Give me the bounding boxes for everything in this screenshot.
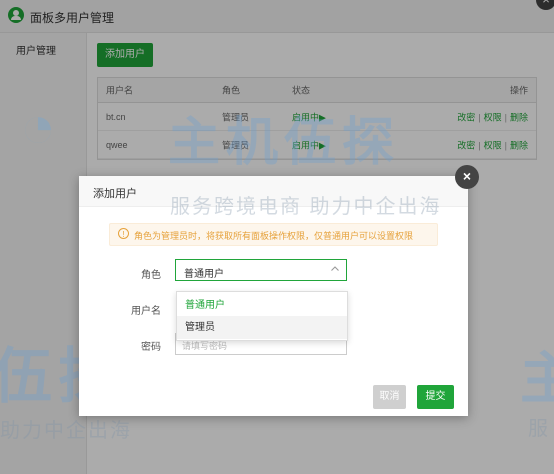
- dialog-close-glyph: ×: [462, 168, 472, 184]
- role-notice: ! 角色为管理员时，将获取所有面板操作权限，仅普通用户可以设置权限: [109, 223, 438, 246]
- chevron-up-icon: [331, 266, 339, 271]
- role-option-normal-user[interactable]: 普通用户: [177, 294, 347, 317]
- role-option-label: 普通用户: [185, 300, 225, 311]
- role-label: 角色: [141, 270, 161, 281]
- add-user-dialog: 添加用户 ! 角色为管理员时，将获取所有面板操作权限，仅普通用户可以设置权限 角…: [79, 176, 468, 416]
- submit-button[interactable]: 提交: [417, 385, 454, 409]
- dialog-header: 添加用户: [79, 176, 468, 207]
- role-option-label: 管理员: [185, 322, 215, 333]
- role-dropdown: 普通用户 管理员: [176, 291, 348, 341]
- role-select-value: 普通用户: [184, 269, 224, 280]
- role-select[interactable]: 普通用户: [175, 259, 347, 281]
- username-label: 用户名: [131, 306, 161, 317]
- password-label: 密码: [141, 342, 161, 353]
- notice-text: 角色为管理员时，将获取所有面板操作权限，仅普通用户可以设置权限: [134, 231, 414, 241]
- info-circle-icon: !: [118, 228, 129, 239]
- cancel-button[interactable]: 取消: [373, 385, 406, 409]
- dialog-title: 添加用户: [93, 188, 137, 200]
- role-option-admin[interactable]: 管理员: [177, 316, 347, 339]
- dialog-close-icon[interactable]: ×: [455, 165, 479, 189]
